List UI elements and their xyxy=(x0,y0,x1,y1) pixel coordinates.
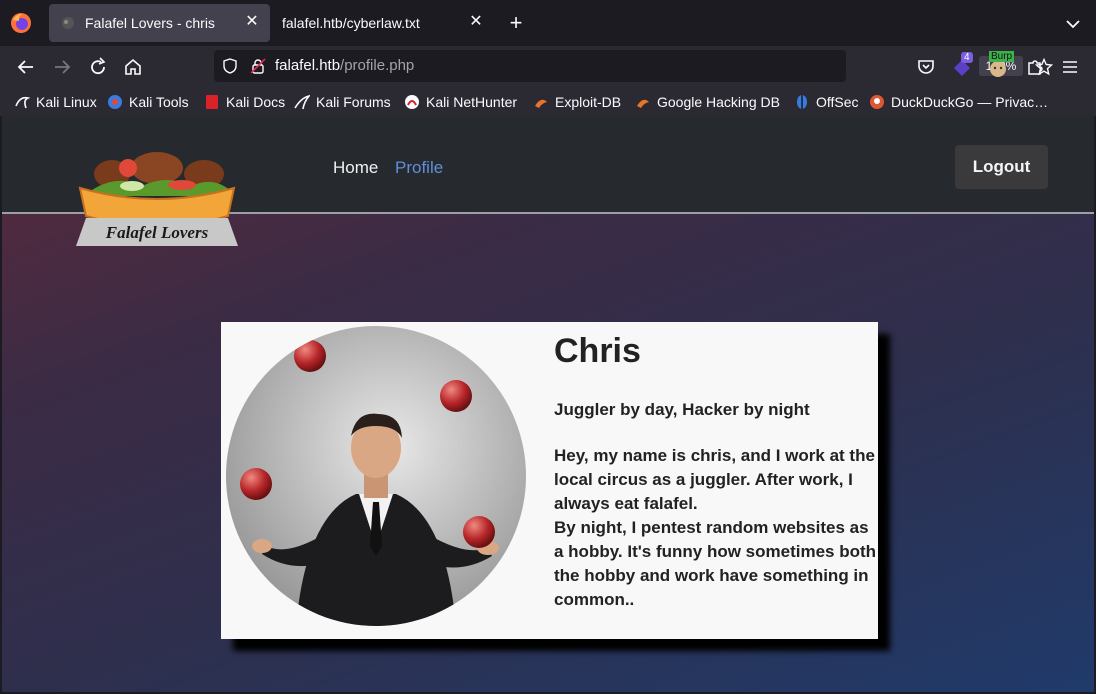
bookmark-google-hacking-db[interactable]: Google Hacking DB xyxy=(635,93,780,111)
bookmark-label: Kali Forums xyxy=(316,94,391,110)
forward-icon[interactable] xyxy=(51,56,73,78)
bookmark-label: DuckDuckGo — Privac… xyxy=(891,94,1049,110)
offsec-icon xyxy=(797,95,807,109)
bookmark-label: Kali Docs xyxy=(226,94,286,110)
bookmark-duckduckgo[interactable]: DuckDuckGo — Privac… xyxy=(869,93,1048,111)
nav-profile-link[interactable]: Profile xyxy=(395,158,443,178)
kali-tools-icon xyxy=(108,95,122,109)
extensions-puzzle-icon[interactable] xyxy=(1024,56,1046,78)
address-bar[interactable]: falafel.htb/profile.php 120% xyxy=(214,50,1053,82)
kali-forums-icon xyxy=(294,94,310,110)
bookmark-label: Exploit-DB xyxy=(555,94,622,110)
falafel-lovers-logo[interactable]: Falafel Lovers xyxy=(72,152,242,248)
profile-card: Chris Juggler by day, Hacker by night He… xyxy=(221,322,878,639)
pocket-icon[interactable] xyxy=(915,56,937,78)
logo-text: Falafel Lovers xyxy=(105,223,209,242)
kali-docs-icon xyxy=(206,95,218,109)
profile-bio: Hey, my name is chris, and I work at the… xyxy=(554,444,878,612)
tab-cyberlaw[interactable]: falafel.htb/cyberlaw.txt ✕ xyxy=(272,4,494,42)
bookmark-kali-nethunter[interactable]: Kali NetHunter xyxy=(404,93,517,111)
url-path: /profile.php xyxy=(340,57,415,74)
bookmark-label: Kali Tools xyxy=(129,94,189,110)
insecure-lock-icon[interactable] xyxy=(250,58,266,74)
tracking-protection-shield-icon[interactable] xyxy=(222,58,238,74)
exploit-db-icon xyxy=(535,99,547,108)
bookmark-exploit-db[interactable]: Exploit-DB xyxy=(533,93,621,111)
profile-avatar-juggler xyxy=(226,326,526,626)
bookmark-kali-linux[interactable]: Kali Linux xyxy=(14,93,97,111)
tab-title: Falafel Lovers - chris xyxy=(85,15,215,31)
list-all-tabs-icon[interactable] xyxy=(1064,15,1082,33)
extension-badge-count: 4 xyxy=(961,52,973,63)
profile-name: Chris xyxy=(554,332,641,370)
duckduckgo-icon xyxy=(870,95,884,109)
burp-extension-button[interactable]: Burp xyxy=(987,51,1015,78)
bookmark-kali-tools[interactable]: Kali Tools xyxy=(107,93,189,111)
bookmark-kali-forums[interactable]: Kali Forums xyxy=(294,93,391,111)
bookmark-label: Google Hacking DB xyxy=(657,94,780,110)
home-icon[interactable] xyxy=(122,56,144,78)
nav-home-link[interactable]: Home xyxy=(333,158,378,178)
kali-dragon-icon xyxy=(15,96,30,109)
profile-bio-paragraph: Hey, my name is chris, and I work at the… xyxy=(554,446,875,513)
logout-button[interactable]: Logout xyxy=(955,145,1048,189)
bookmark-label: OffSec xyxy=(816,94,859,110)
nethunter-icon xyxy=(405,95,419,109)
burp-label: Burp xyxy=(989,51,1015,62)
profile-tagline: Juggler by day, Hacker by night xyxy=(554,400,810,419)
ghdb-icon xyxy=(637,99,649,108)
url-host: falafel.htb xyxy=(275,57,341,74)
bookmark-offsec[interactable]: OffSec xyxy=(794,93,859,111)
bookmarks-toolbar: Kali Linux Kali Tools Kali Docs Kali For… xyxy=(0,88,1096,116)
firefox-menu-icon[interactable] xyxy=(10,12,32,34)
bookmark-label: Kali NetHunter xyxy=(426,94,518,110)
extension-badge-button[interactable]: 4 xyxy=(951,52,977,78)
new-tab-icon[interactable]: + xyxy=(505,12,527,35)
site-header: Falafel Lovers Home Profile Logout xyxy=(2,116,1094,246)
tab-bar: Falafel Lovers - chris ✕ falafel.htb/cyb… xyxy=(0,0,1096,46)
url-text: falafel.htb/profile.php xyxy=(275,57,414,74)
reload-icon[interactable] xyxy=(87,56,109,78)
tab-falafel-lovers[interactable]: Falafel Lovers - chris ✕ xyxy=(49,4,270,42)
site-favicon-icon xyxy=(62,17,74,29)
hamburger-menu-icon[interactable] xyxy=(1059,56,1081,78)
web-page: Falafel Lovers Home Profile Logout Chris… xyxy=(0,116,1096,694)
back-icon[interactable] xyxy=(15,56,37,78)
bookmark-label: Kali Linux xyxy=(36,94,97,110)
navigation-toolbar: falafel.htb/profile.php 120% 4 Burp xyxy=(0,46,1096,88)
tab-title: falafel.htb/cyberlaw.txt xyxy=(282,15,420,31)
profile-bio-paragraph: By night, I pentest random websites as a… xyxy=(554,518,877,609)
close-tab-icon[interactable]: ✕ xyxy=(244,14,260,30)
close-tab-icon[interactable]: ✕ xyxy=(468,14,484,30)
bookmark-kali-docs[interactable]: Kali Docs xyxy=(204,93,285,111)
